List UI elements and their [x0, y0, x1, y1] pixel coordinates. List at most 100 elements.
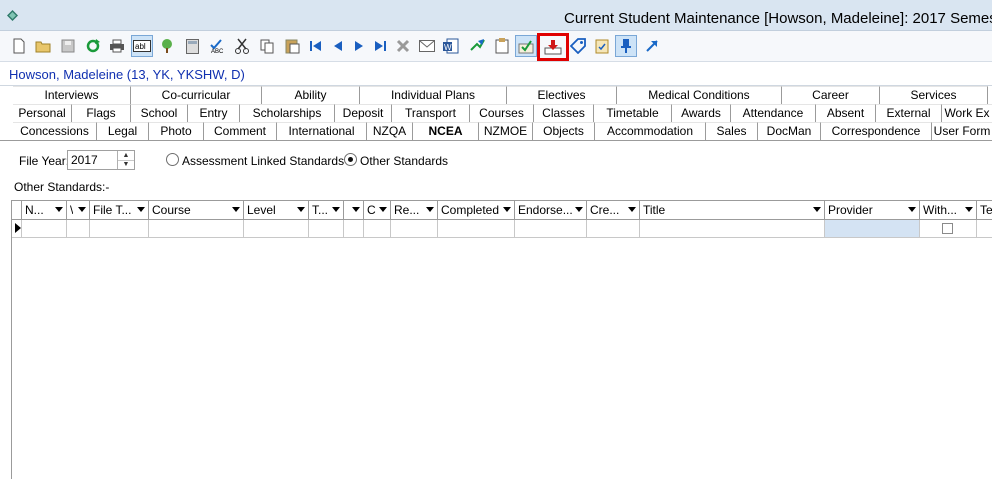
- radio-assessment-label[interactable]: Assessment Linked Standards: [182, 154, 344, 168]
- tab-concessions[interactable]: Concessions: [13, 122, 97, 140]
- table-cell[interactable]: [90, 220, 149, 237]
- email-icon[interactable]: [416, 35, 438, 57]
- dropdown-arrow-icon[interactable]: [908, 207, 916, 212]
- column-header[interactable]: Endorse...: [515, 201, 587, 219]
- radio-assessment-linked[interactable]: [166, 153, 179, 166]
- tab-legal[interactable]: Legal: [97, 122, 149, 140]
- column-header[interactable]: T...: [309, 201, 344, 219]
- tab-entry[interactable]: Entry: [188, 104, 240, 122]
- tab-individual-plans[interactable]: Individual Plans: [360, 86, 507, 104]
- save-icon[interactable]: [57, 35, 79, 57]
- dropdown-arrow-icon[interactable]: [965, 207, 973, 212]
- dropdown-arrow-icon[interactable]: [813, 207, 821, 212]
- tab-interviews[interactable]: Interviews: [13, 86, 131, 104]
- delete-icon[interactable]: [392, 35, 414, 57]
- tab-nzqa[interactable]: NZQA: [367, 122, 413, 140]
- tab-deposit[interactable]: Deposit: [335, 104, 392, 122]
- refresh-icon[interactable]: [82, 35, 104, 57]
- tab-correspondence[interactable]: Correspondence: [821, 122, 932, 140]
- open-link-icon[interactable]: [641, 35, 663, 57]
- tab-electives[interactable]: Electives: [507, 86, 617, 104]
- column-header[interactable]: Provider: [825, 201, 920, 219]
- export-icon[interactable]: [466, 35, 488, 57]
- checklist-icon[interactable]: [515, 35, 537, 57]
- dropdown-arrow-icon[interactable]: [232, 207, 240, 212]
- tab-services[interactable]: Services: [880, 86, 988, 104]
- radio-other-label[interactable]: Other Standards: [360, 154, 448, 168]
- table-row[interactable]: [12, 220, 992, 238]
- table-cell[interactable]: [391, 220, 438, 237]
- tab-user-form[interactable]: User Form: [932, 122, 992, 140]
- tab-ability[interactable]: Ability: [262, 86, 360, 104]
- column-header[interactable]: Re...: [391, 201, 438, 219]
- previous-record-icon[interactable]: [327, 35, 349, 57]
- tree-icon[interactable]: [156, 35, 178, 57]
- dropdown-arrow-icon[interactable]: [379, 207, 387, 212]
- calculator-icon[interactable]: [181, 35, 203, 57]
- tab-ncea[interactable]: NCEA: [413, 122, 479, 140]
- table-cell[interactable]: [149, 220, 244, 237]
- table-cell[interactable]: [587, 220, 640, 237]
- dropdown-arrow-icon[interactable]: [503, 207, 511, 212]
- textbox-icon[interactable]: abl: [131, 35, 153, 57]
- print-icon[interactable]: [106, 35, 128, 57]
- dropdown-arrow-icon[interactable]: [575, 207, 583, 212]
- column-header[interactable]: File T...: [90, 201, 149, 219]
- tab-personal[interactable]: Personal: [13, 104, 72, 122]
- tab-school[interactable]: School: [131, 104, 188, 122]
- table-cell[interactable]: [67, 220, 90, 237]
- tab-scholarships[interactable]: Scholarships: [240, 104, 335, 122]
- tab-international[interactable]: International: [277, 122, 367, 140]
- standards-grid[interactable]: N... \ File T... Course Level T... C Re.…: [11, 200, 992, 479]
- table-cell[interactable]: [977, 220, 992, 237]
- last-record-icon[interactable]: [369, 35, 391, 57]
- file-year-value[interactable]: 2017: [71, 153, 98, 167]
- paste-icon[interactable]: [281, 35, 303, 57]
- tab-nzmoe[interactable]: NZMOE: [479, 122, 533, 140]
- spellcheck-icon[interactable]: ABC: [206, 35, 228, 57]
- tab-accommodation[interactable]: Accommodation: [595, 122, 706, 140]
- tab-classes[interactable]: Classes: [534, 104, 594, 122]
- tab-photo[interactable]: Photo: [149, 122, 204, 140]
- tab-comment[interactable]: Comment: [204, 122, 277, 140]
- column-header[interactable]: N...: [22, 201, 67, 219]
- dropdown-arrow-icon[interactable]: [137, 207, 145, 212]
- column-header[interactable]: C: [364, 201, 391, 219]
- tab-docman[interactable]: DocMan: [758, 122, 821, 140]
- withdrawn-checkbox[interactable]: [942, 223, 953, 234]
- column-header[interactable]: With...: [920, 201, 977, 219]
- dropdown-arrow-icon[interactable]: [352, 207, 360, 212]
- download-tray-icon[interactable]: [537, 33, 569, 61]
- first-record-icon[interactable]: [305, 35, 327, 57]
- table-cell[interactable]: [438, 220, 515, 237]
- clipboard-icon[interactable]: [491, 35, 513, 57]
- column-header[interactable]: [344, 201, 364, 219]
- dropdown-arrow-icon[interactable]: [332, 207, 340, 212]
- next-record-icon[interactable]: [348, 35, 370, 57]
- column-header[interactable]: Course: [149, 201, 244, 219]
- tab-sales[interactable]: Sales: [706, 122, 758, 140]
- tab-external[interactable]: External: [876, 104, 942, 122]
- provider-cell[interactable]: [825, 220, 920, 237]
- column-header[interactable]: Te: [977, 201, 992, 219]
- table-cell[interactable]: [515, 220, 587, 237]
- tab-flags[interactable]: Flags: [72, 104, 131, 122]
- tab-career[interactable]: Career: [782, 86, 880, 104]
- column-header[interactable]: \: [67, 201, 90, 219]
- open-icon[interactable]: [32, 35, 54, 57]
- tab-objects[interactable]: Objects: [533, 122, 595, 140]
- tab-awards[interactable]: Awards: [672, 104, 731, 122]
- table-cell[interactable]: [364, 220, 391, 237]
- tab-courses[interactable]: Courses: [470, 104, 534, 122]
- dropdown-arrow-icon[interactable]: [426, 207, 434, 212]
- dropdown-arrow-icon[interactable]: [297, 207, 305, 212]
- table-cell[interactable]: [640, 220, 825, 237]
- file-year-stepper[interactable]: 2017 ▲ ▼: [67, 150, 135, 170]
- table-cell[interactable]: [244, 220, 309, 237]
- table-cell[interactable]: [22, 220, 67, 237]
- column-header[interactable]: Cre...: [587, 201, 640, 219]
- column-header[interactable]: Completed: [438, 201, 515, 219]
- tab-work-ex[interactable]: Work Ex: [942, 104, 992, 122]
- dropdown-arrow-icon[interactable]: [55, 207, 63, 212]
- withdrawn-cell[interactable]: [920, 220, 977, 237]
